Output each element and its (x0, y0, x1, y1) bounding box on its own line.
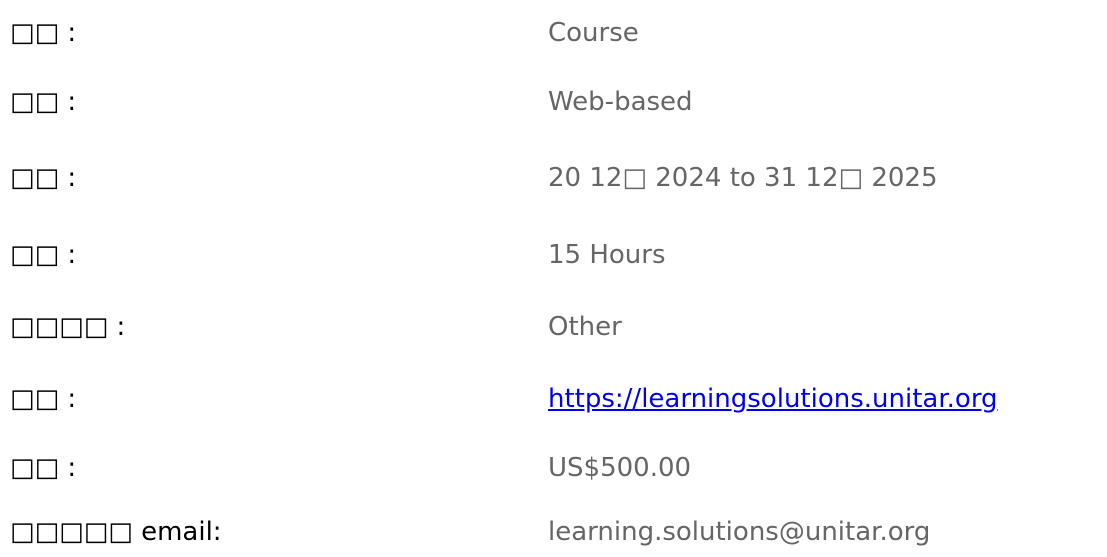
detail-value: 15 Hours (548, 240, 666, 270)
website-link[interactable]: https://learningsolutions.unitar.org (548, 384, 998, 414)
detail-row-duration: □□ : 15 Hours (0, 240, 1107, 280)
detail-value: https://learningsolutions.unitar.org (548, 384, 998, 414)
detail-value: 20 12□ 2024 to 31 12□ 2025 (548, 163, 938, 193)
detail-row-dates: □□ : 20 12□ 2024 to 31 12□ 2025 (0, 163, 1107, 203)
detail-label: □□ : (10, 18, 77, 48)
detail-value: US$500.00 (548, 453, 692, 483)
detail-row-price: □□ : US$500.00 (0, 453, 1107, 493)
detail-value: Course (548, 18, 639, 48)
detail-row-category: □□□□ : Other (0, 312, 1107, 352)
detail-label: □□□□ : (10, 312, 126, 342)
detail-row-type: □□ : Course (0, 18, 1107, 58)
detail-label: □□ : (10, 87, 77, 117)
detail-label: □□ : (10, 163, 77, 193)
detail-value: Web-based (548, 87, 693, 117)
detail-value: Other (548, 312, 622, 342)
detail-label: □□ : (10, 453, 77, 483)
detail-row-website: □□ : https://learningsolutions.unitar.or… (0, 384, 1107, 424)
detail-row-format: □□ : Web-based (0, 87, 1107, 127)
detail-row-email: □□□□□ email: learning.solutions@unitar.o… (0, 517, 1107, 557)
detail-label: □□ : (10, 240, 77, 270)
detail-value: learning.solutions@unitar.org (548, 517, 931, 547)
detail-label: □□ : (10, 384, 77, 414)
detail-label: □□□□□ email: (10, 517, 222, 547)
